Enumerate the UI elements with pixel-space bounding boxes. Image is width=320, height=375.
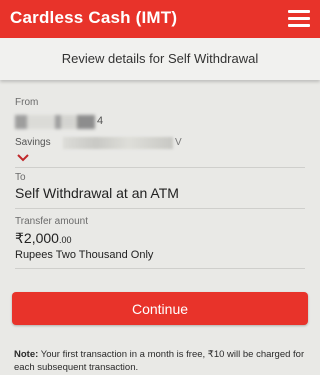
from-section: From 4 Savings V (15, 97, 305, 162)
account-suffix: 4 (97, 115, 104, 127)
amount-major: ₹2,000 (15, 230, 59, 246)
amount-in-words: Rupees Two Thousand Only (15, 249, 154, 261)
transfer-amount-value: ₹2,000.00 (15, 230, 71, 247)
to-label: To (15, 172, 26, 183)
divider (15, 268, 305, 269)
account-trail: V (175, 137, 182, 148)
continue-button[interactable]: Continue (12, 292, 308, 325)
account-type: Savings (15, 137, 51, 148)
masked-account-number (15, 115, 95, 129)
from-label: From (15, 97, 39, 108)
app-bar: Cardless Cash (IMT) (0, 0, 320, 38)
page-subtitle: Review details for Self Withdrawal (0, 38, 320, 80)
note-text: Your first transaction in a month is fre… (14, 349, 305, 373)
amount-minor: .00 (58, 235, 72, 245)
divider (15, 208, 305, 209)
divider (15, 167, 305, 168)
transfer-amount-label: Transfer amount (15, 216, 88, 227)
masked-account-details (63, 137, 173, 149)
to-value: Self Withdrawal at an ATM (15, 185, 179, 201)
note-prefix: Note: (14, 349, 39, 360)
app-title: Cardless Cash (IMT) (10, 8, 178, 27)
chevron-down-icon[interactable] (17, 154, 29, 162)
hamburger-menu-icon[interactable] (288, 10, 310, 27)
fee-note: Note: Your first transaction in a month … (14, 348, 314, 374)
